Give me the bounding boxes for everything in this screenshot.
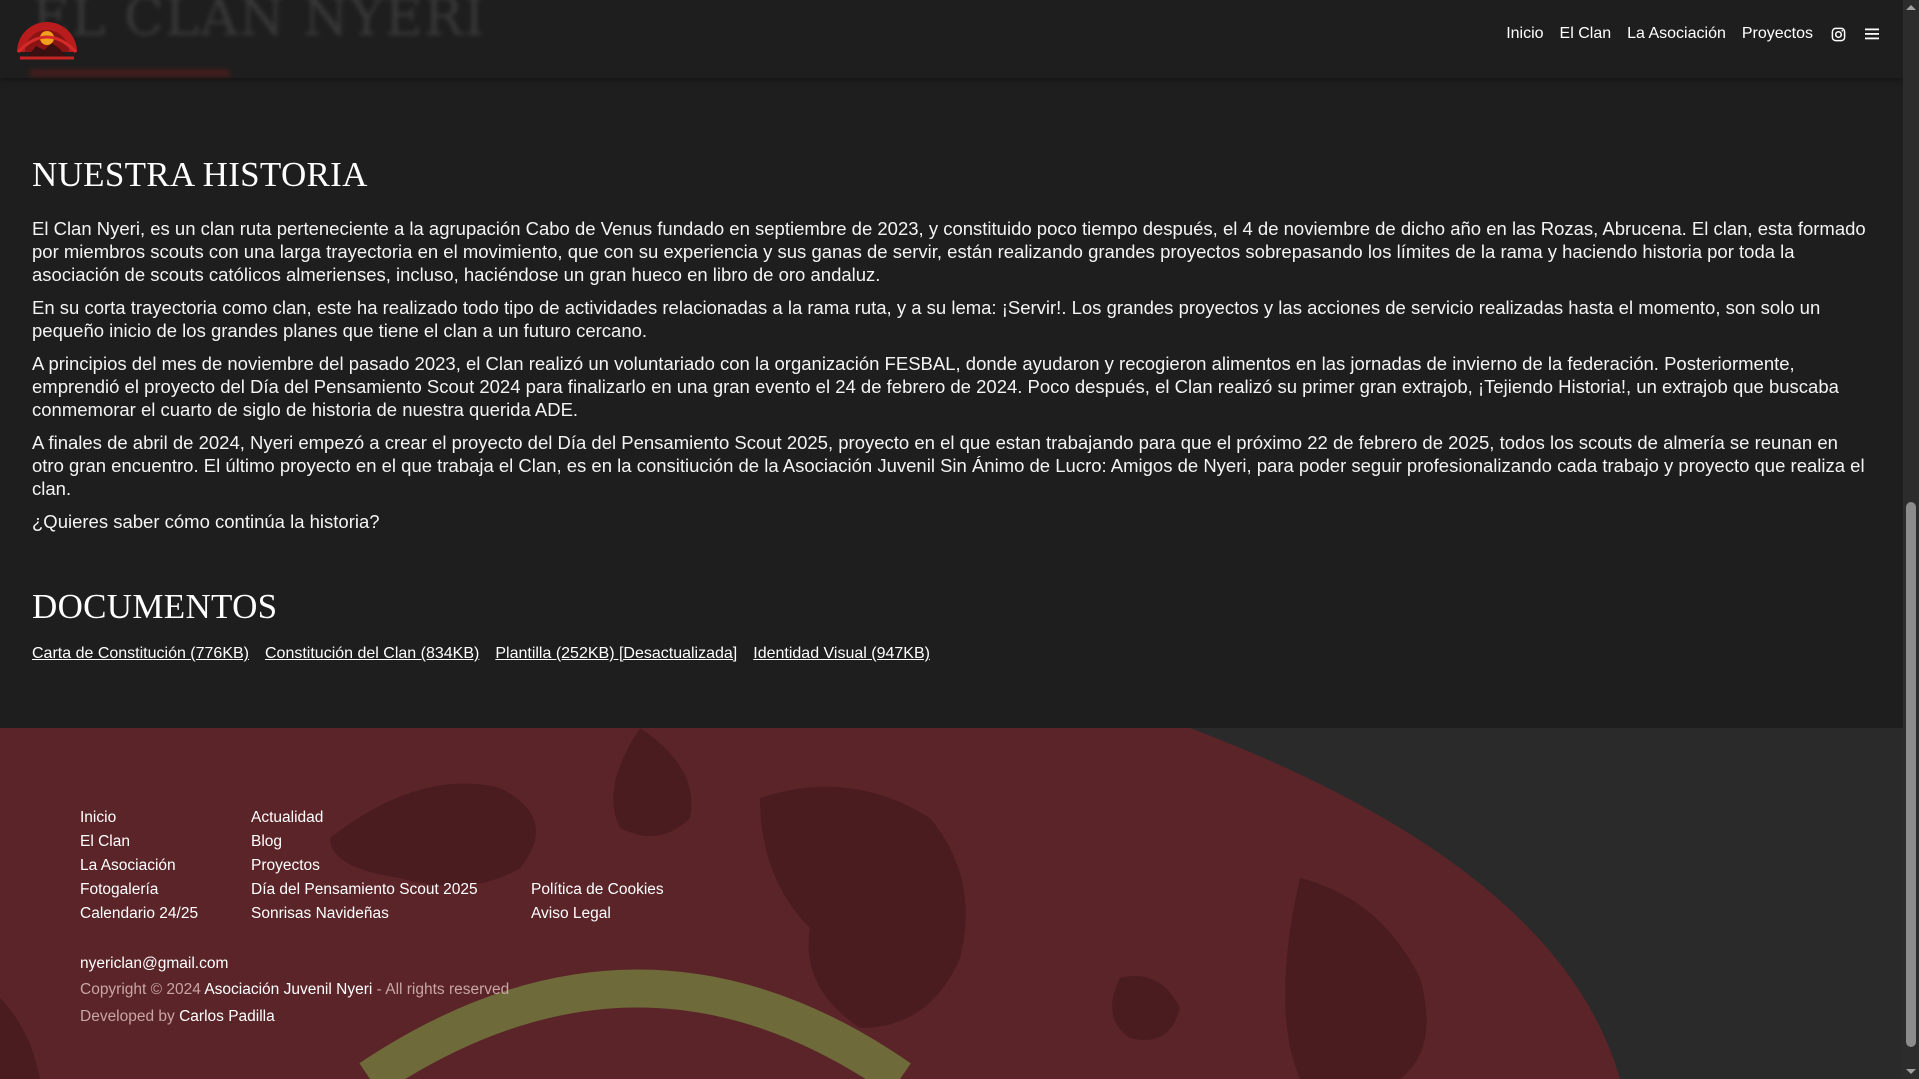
footer-link-proyectos[interactable]: Proyectos [251,854,531,878]
footer-link-columns: Inicio El Clan La Asociación Fotogalería… [80,806,664,926]
nav-la-asociacion[interactable]: La Asociación [1627,25,1726,43]
history-paragraph: En su corta trayectoria como clan, este … [32,297,1821,341]
history-body: El Clan Nyeri, es un clan ruta perteneci… [32,217,1872,533]
documents-title: DOCUMENTOS [32,587,278,626]
footer-link-cookies[interactable]: Política de Cookies [531,878,664,902]
scroll-down-arrow-icon[interactable] [1906,1069,1916,1074]
page-hero-title-ghost: EL CLAN NYERI [32,0,486,48]
site-footer: Inicio El Clan La Asociación Fotogalería… [0,728,1903,1079]
scrollbar-thumb[interactable] [1906,502,1916,1047]
page-scrollbar[interactable] [1903,0,1919,1079]
history-paragraph: El Clan Nyeri, es un clan ruta perteneci… [32,218,1866,285]
main-nav: Inicio El Clan La Asociación Proyectos [1490,25,1881,43]
footer-link-aviso-legal[interactable]: Aviso Legal [531,902,664,926]
site-header: EL CLAN NYERI Inicio El Clan La Asociaci… [0,0,1903,78]
history-section: NUESTRA HISTORIA El Clan Nyeri, es un cl… [32,155,1872,543]
footer-col-1: Inicio El Clan La Asociación Fotogalería… [80,806,251,926]
footer-link-blog[interactable]: Blog [251,830,531,854]
history-paragraph: A principios del mes de noviembre del pa… [32,353,1839,420]
footer-copyright: Copyright © 2024 Asociación Juvenil Nyer… [80,976,509,1003]
footer-col-3: Política de Cookies Aviso Legal [531,806,664,926]
history-paragraph: A finales de abril de 2024, Nyeri empezó… [32,432,1865,499]
footer-link-actualidad[interactable]: Actualidad [251,806,531,830]
footer-link-dia-pensamiento[interactable]: Día del Pensamiento Scout 2025 [251,878,531,902]
developed-prefix: Developed by [80,1008,175,1025]
footer-link-el-clan[interactable]: El Clan [80,830,251,854]
history-title: NUESTRA HISTORIA [32,155,368,194]
doc-link-constitucion-clan[interactable]: Constitución del Clan (834KB) [265,645,479,663]
copyright-suffix: - All rights reserved [376,981,510,998]
footer-email-link[interactable]: nyericlan@gmail.com [80,952,509,976]
footer-link-inicio[interactable]: Inicio [80,806,251,830]
instagram-icon[interactable] [1829,25,1847,43]
footer-col-2: Actualidad Blog Proyectos Día del Pensam… [251,806,531,926]
footer-meta: nyericlan@gmail.com Copyright © 2024 Aso… [80,952,509,1030]
developer-link[interactable]: Carlos Padilla [179,1008,275,1025]
footer-link-sonrisas-navidenas[interactable]: Sonrisas Navideñas [251,902,531,926]
doc-link-carta-constitucion[interactable]: Carta de Constitución (776KB) [32,645,249,663]
footer-link-la-asociacion[interactable]: La Asociación [80,854,251,878]
hero-underline-ghost [30,70,230,76]
menu-icon[interactable] [1863,25,1881,43]
nav-el-clan[interactable]: El Clan [1560,25,1612,43]
doc-link-identidad-visual[interactable]: Identidad Visual (947KB) [753,645,930,663]
nav-inicio[interactable]: Inicio [1506,25,1543,43]
doc-link-plantilla[interactable]: Plantilla (252KB) [Desactualizada] [495,645,737,663]
footer-link-calendario[interactable]: Calendario 24/25 [80,902,251,926]
clan-logo[interactable] [14,12,80,60]
documents-section: DOCUMENTOS Carta de Constitución (776KB)… [32,587,946,663]
history-question: ¿Quieres saber cómo continúa la historia… [32,511,380,532]
scroll-up-arrow-icon[interactable] [1906,5,1916,10]
nav-proyectos[interactable]: Proyectos [1742,25,1813,43]
documents-links: Carta de Constitución (776KB) Constituci… [32,645,946,663]
footer-developer: Developed by Carlos Padilla [80,1003,509,1030]
footer-link-fotogaleria[interactable]: Fotogalería [80,878,251,902]
copyright-prefix: Copyright © 2024 [80,981,201,998]
copyright-org-link[interactable]: Asociación Juvenil Nyeri [204,981,372,998]
